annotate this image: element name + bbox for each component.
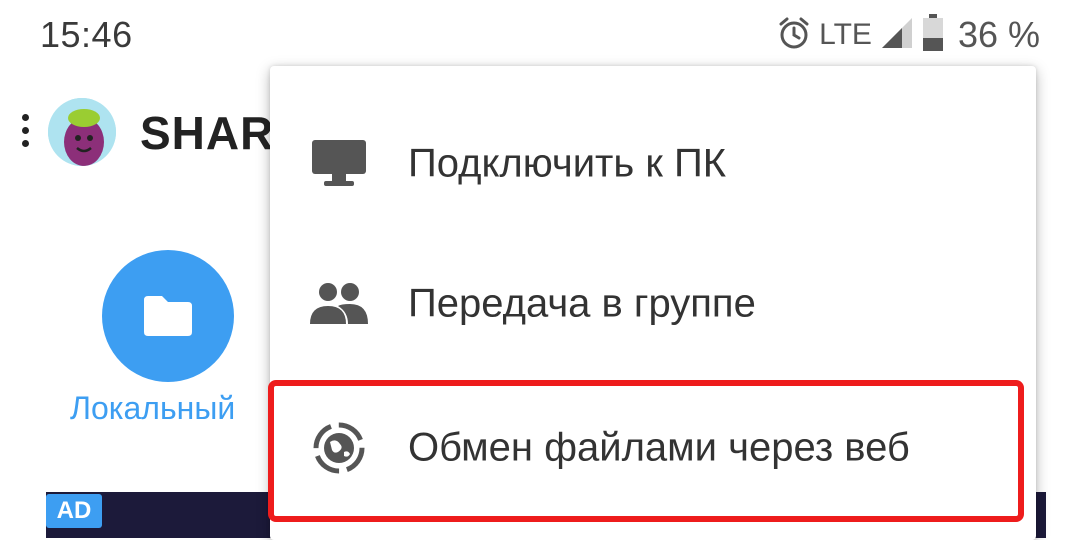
local-files-label: Локальный: [70, 390, 236, 426]
avatar[interactable]: [48, 98, 116, 166]
app-title: SHAR: [140, 107, 275, 159]
alarm-icon: [777, 16, 811, 55]
ad-badge: AD: [46, 494, 102, 528]
overflow-menu-icon[interactable]: [18, 114, 32, 154]
menu-item-label: Подключить к ПК: [408, 141, 726, 186]
eggplant-avatar-icon: [48, 98, 116, 166]
highlight-box: [268, 380, 1024, 522]
status-icons: LTE 36 %: [777, 13, 1040, 57]
menu-item-connect-pc[interactable]: Подключить к ПК: [270, 94, 1036, 234]
local-files-button[interactable]: [102, 250, 234, 382]
menu-item-group-transfer[interactable]: Передача в группе: [270, 234, 1036, 374]
battery-icon: [922, 13, 944, 57]
status-time: 15:46: [40, 14, 133, 55]
status-bar: 15:46 LTE 36 %: [0, 0, 1080, 70]
monitor-icon: [308, 138, 370, 190]
group-icon: [308, 278, 370, 330]
folder-icon: [144, 296, 192, 336]
network-type: LTE: [819, 18, 872, 51]
battery-percent: 36 %: [957, 14, 1040, 55]
signal-icon: [880, 16, 914, 55]
menu-item-label: Передача в группе: [408, 281, 756, 326]
